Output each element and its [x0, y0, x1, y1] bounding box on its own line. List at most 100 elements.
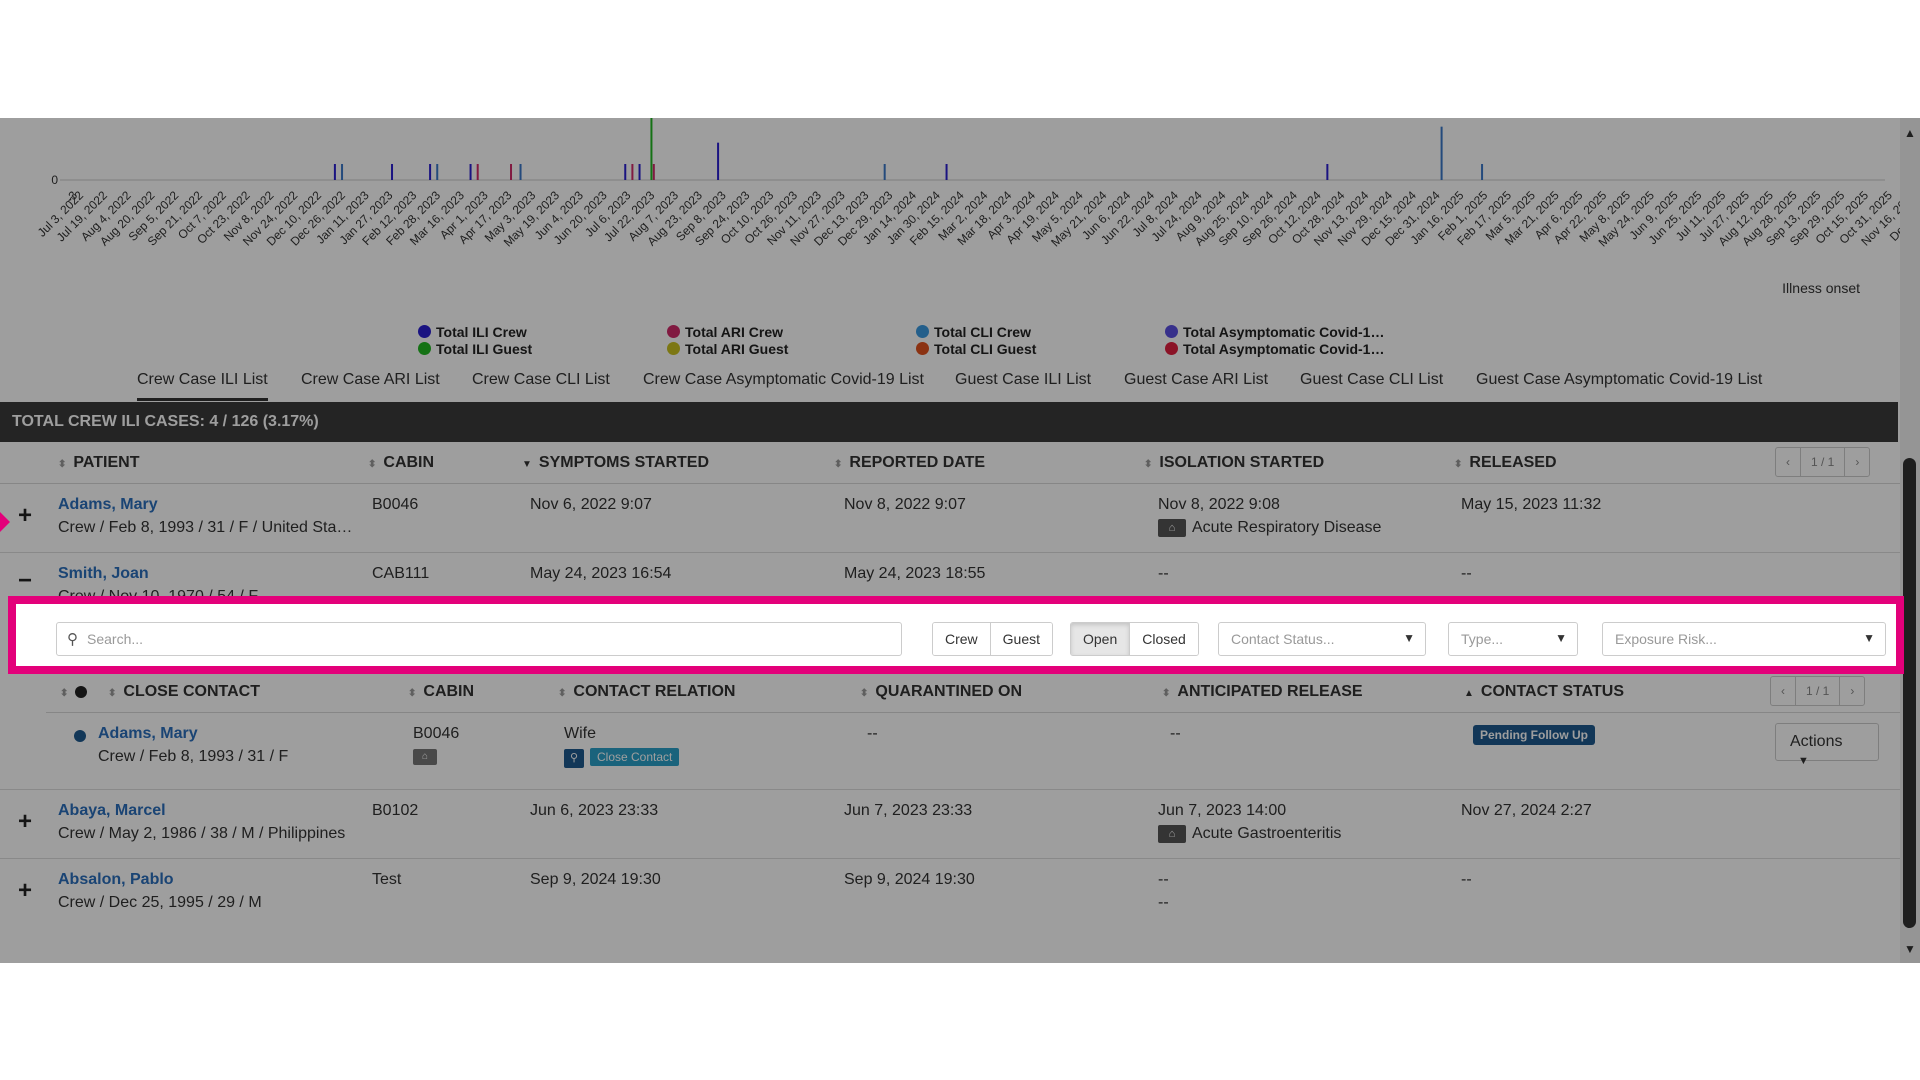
legend-item[interactable]: Total Asymptomatic Covid-1… [1165, 340, 1384, 357]
vertical-scrollbar[interactable]: ▲ ▼ [1900, 118, 1920, 963]
legend-item[interactable]: Total ILI Crew [418, 323, 532, 340]
tab-guest-case-ari-list[interactable]: Guest Case ARI List [1124, 371, 1268, 398]
legend-dot-icon [667, 342, 680, 355]
legend-item[interactable]: Total ILI Guest [418, 340, 532, 357]
tab-guest-case-cli-list[interactable]: Guest Case CLI List [1300, 371, 1443, 398]
patient-name-link[interactable]: Smith, Joan [58, 565, 149, 583]
legend-label: Total ARI Crew [685, 323, 784, 340]
expand-icon[interactable]: + [18, 877, 32, 905]
type-select[interactable]: Type... ▼ [1448, 622, 1578, 656]
legend-column: Total Asymptomatic Covid-1… Total Asympto… [1165, 323, 1384, 357]
case-table-header: ⬍ PATIENT ⬍ CABIN ▼ SYMPTOMS STARTED ⬍ REPOR… [0, 442, 1900, 484]
tab-crew-case-cli-list[interactable]: Crew Case CLI List [472, 371, 610, 398]
highlight-pointer-icon [0, 512, 10, 532]
search-input[interactable]: ⚲ Search... [56, 622, 902, 656]
sort-icon: ⬍ [834, 459, 843, 470]
scroll-up-icon[interactable]: ▲ [1904, 126, 1916, 140]
guest-filter-button[interactable]: Guest [990, 623, 1053, 655]
pager-page-indicator: 1 / 1 [1796, 677, 1841, 705]
pager-page-indicator: 1 / 1 [1801, 448, 1846, 476]
caret-down-icon: ▼ [1555, 631, 1567, 645]
legend-dot-icon [916, 342, 929, 355]
pager-prev-button[interactable]: ‹ [1771, 677, 1796, 705]
patient-name-link[interactable]: Absalon, Pablo [58, 871, 174, 889]
chart-bar [469, 164, 472, 180]
sort-icon: ⬍ [1454, 459, 1463, 470]
contact-name-link[interactable]: Adams, Mary [98, 725, 198, 743]
case-table-pager: ‹ 1 / 1 › [1775, 447, 1871, 477]
sort-desc-icon: ▼ [522, 459, 532, 470]
scroll-thumb[interactable] [1903, 458, 1916, 928]
legend-item[interactable]: Total CLI Guest [916, 340, 1036, 357]
cabin-value: B0102 [372, 802, 419, 819]
chart-bar [519, 164, 522, 180]
scroll-down-icon[interactable]: ▼ [1904, 942, 1916, 956]
pager-next-button[interactable]: › [1840, 677, 1864, 705]
header-reported-date[interactable]: ⬍ REPORTED DATE [834, 454, 985, 472]
header-contact-relation[interactable]: ⬍ CONTACT RELATION [558, 683, 735, 701]
tab-guest-case-asymptomatic-covid-19-list[interactable]: Guest Case Asymptomatic Covid-19 List [1476, 371, 1762, 398]
legend-item[interactable]: Total ARI Crew [667, 323, 788, 340]
patient-name-link[interactable]: Adams, Mary [58, 496, 158, 514]
legend-item[interactable]: Total Asymptomatic Covid-1… [1165, 323, 1384, 340]
contact-row[interactable]: Adams, Mary Crew / Feb 8, 1993 / 31 / F … [0, 713, 1900, 790]
legend-column: Total ILI Crew Total ILI Guest [418, 323, 532, 357]
closed-filter-button[interactable]: Closed [1130, 623, 1198, 655]
contact-table-header: ⬍ ⬍ CLOSE CONTACT ⬍ CABIN ⬍ CONTACT RELATIO… [46, 671, 1900, 713]
tab-crew-case-ari-list[interactable]: Crew Case ARI List [301, 371, 440, 398]
isolation-note: -- [1158, 894, 1169, 911]
header-contact-status[interactable]: ▲ CONTACT STATUS [1464, 683, 1624, 701]
x-axis-title: Illness onset [1782, 280, 1860, 296]
header-close-contact[interactable]: ⬍ CLOSE CONTACT [108, 683, 260, 701]
chart-bar [945, 164, 948, 180]
table-row[interactable]: + Adams, Mary Crew / Feb 8, 1993 / 31 / … [0, 484, 1900, 553]
expand-icon[interactable]: + [18, 808, 32, 836]
header-patient[interactable]: ⬍ PATIENT [58, 454, 139, 472]
contact-status-select[interactable]: Contact Status... ▼ [1218, 622, 1426, 656]
tab-crew-case-asymptomatic-covid-19-list[interactable]: Crew Case Asymptomatic Covid-19 List [643, 371, 924, 398]
exposure-risk-select[interactable]: Exposure Risk... ▼ [1602, 622, 1886, 656]
expand-icon[interactable]: + [18, 502, 32, 530]
actions-button[interactable]: Actions ▼ [1775, 723, 1879, 767]
isolation-house-icon: ⌂ [1158, 519, 1186, 537]
pager-prev-button[interactable]: ‹ [1776, 448, 1801, 476]
isolation-value: Nov 8, 2022 9:08 [1158, 496, 1280, 513]
released-value: May 15, 2023 11:32 [1461, 496, 1602, 513]
isolation-value: -- [1158, 871, 1169, 888]
header-contact-cabin[interactable]: ⬍ CABIN [408, 683, 474, 701]
open-filter-button[interactable]: Open [1071, 623, 1131, 655]
header-status-dot[interactable]: ⬍ [60, 683, 88, 701]
sort-icon: ⬍ [558, 688, 567, 699]
pager-next-button[interactable]: › [1845, 448, 1869, 476]
contact-cabin-value: B0046 [413, 725, 460, 742]
contact-filter-bar: ⚲ Search... Crew Guest Open Closed Conta… [8, 596, 1904, 674]
tab-crew-case-ili-list[interactable]: Crew Case ILI List [137, 371, 268, 401]
legend-label: Total Asymptomatic Covid-1… [1183, 323, 1385, 340]
legend-item[interactable]: Total ARI Guest [667, 340, 788, 357]
contact-status-cell: Pending Follow Up [1473, 725, 1595, 745]
collapse-icon[interactable]: − [18, 567, 32, 595]
header-symptoms-started[interactable]: ▼ SYMPTOMS STARTED [522, 454, 709, 472]
reported-value: Jun 7, 2023 23:33 [844, 802, 973, 819]
legend-label: Total ILI Crew [436, 323, 527, 340]
legend-label: Total CLI Crew [934, 323, 1031, 340]
caret-down-icon: ▼ [1403, 631, 1415, 645]
header-cabin[interactable]: ⬍ CABIN [368, 454, 434, 472]
tab-guest-case-ili-list[interactable]: Guest Case ILI List [955, 371, 1091, 398]
sort-icon: ⬍ [1162, 688, 1171, 699]
header-isolation-started[interactable]: ⬍ ISOLATION STARTED [1144, 454, 1324, 472]
legend-item[interactable]: Total CLI Crew [916, 323, 1036, 340]
sort-icon: ⬍ [58, 459, 67, 470]
app-stage: 0 -3 Jul 3, 2022 Jul 19, 2022 Aug 4, 2022 Aug… [0, 118, 1920, 963]
table-row[interactable]: + Abaya, Marcel Crew / May 2, 1986 / 38 … [0, 790, 1900, 859]
header-quarantined-on[interactable]: ⬍ QUARANTINED ON [860, 683, 1022, 701]
chart-bar [1481, 164, 1484, 180]
table-row[interactable]: + Absalon, Pablo Crew / Dec 25, 1995 / 2… [0, 859, 1900, 928]
sort-icon: ⬍ [860, 688, 869, 699]
patient-detail: Crew / May 2, 1986 / 38 / M / Philippine… [58, 825, 346, 842]
released-value: -- [1461, 871, 1472, 888]
header-anticipated-release[interactable]: ⬍ ANTICIPATED RELEASE [1162, 683, 1363, 701]
patient-name-link[interactable]: Abaya, Marcel [58, 802, 166, 820]
crew-filter-button[interactable]: Crew [933, 623, 991, 655]
header-released[interactable]: ⬍ RELEASED [1454, 454, 1557, 472]
